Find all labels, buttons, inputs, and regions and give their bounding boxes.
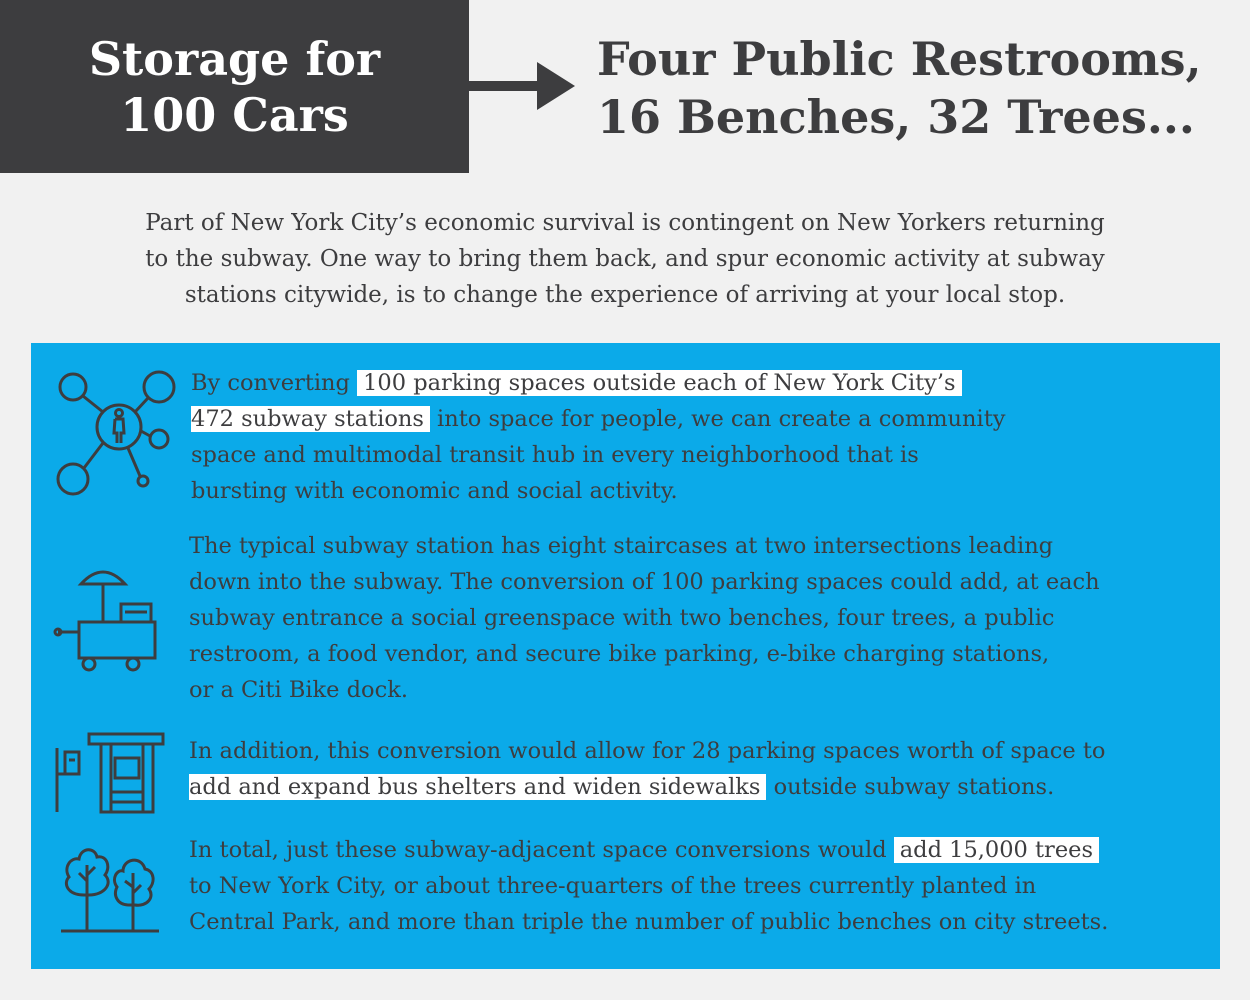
section-1-text: By converting 100 parking spaces outside… — [191, 365, 1005, 509]
section-4-text: In total, just these subway-adjacent spa… — [189, 832, 1108, 940]
section-text: By converting — [191, 370, 358, 396]
section-text: In total, just these subway-adjacent spa… — [189, 837, 894, 863]
info-panel: By converting 100 parking spaces outside… — [31, 343, 1220, 969]
highlight-text: 472 subway stations — [191, 406, 430, 432]
section-line: space and multimodal transit hub in ever… — [191, 442, 919, 468]
intro-line: to the subway. One way to bring them bac… — [145, 246, 1105, 272]
intro-text: Part of New York City’s economic surviva… — [60, 205, 1190, 313]
section-line: down into the subway. The conversion of … — [189, 569, 1100, 595]
bus-shelter-icon — [53, 730, 168, 815]
right-arrow-icon — [469, 58, 579, 118]
section-line: 472 subway stations into space for peopl… — [191, 401, 1005, 437]
section-line: In total, just these subway-adjacent spa… — [189, 832, 1108, 868]
section-line: to New York City, or about three-quarter… — [189, 873, 1037, 899]
highlight-text: add 15,000 trees — [893, 837, 1099, 863]
section-2-text: The typical subway station has eight sta… — [189, 528, 1100, 708]
result-title: Four Public Restrooms, 16 Benches, 32 Tr… — [597, 30, 1237, 146]
section-line: or a Citi Bike dock. — [189, 677, 408, 703]
food-cart-icon — [53, 558, 163, 673]
storage-box: Storage for 100 Cars — [0, 0, 469, 173]
result-title-line1: Four Public Restrooms, — [597, 32, 1202, 86]
section-line: subway entrance a social greenspace with… — [189, 605, 1055, 631]
section-3-text: In addition, this conversion would allow… — [189, 733, 1105, 805]
result-title-line2: 16 Benches, 32 Trees... — [597, 90, 1195, 144]
highlight-text: 100 parking spaces outside each of New Y… — [357, 370, 962, 396]
section-line: Central Park, and more than triple the n… — [189, 909, 1109, 935]
intro-line: Part of New York City’s economic surviva… — [145, 210, 1105, 236]
pedestrian-network-icon — [55, 369, 185, 499]
section-line: The typical subway station has eight sta… — [189, 533, 1054, 559]
storage-title-line2: 100 Cars — [120, 87, 349, 142]
section-line: By converting 100 parking spaces outside… — [191, 365, 1005, 401]
section-line: In addition, this conversion would allow… — [189, 738, 1106, 764]
storage-title-line1: Storage for — [88, 31, 381, 86]
section-text: outside subway stations. — [766, 774, 1055, 800]
trees-icon — [59, 835, 164, 935]
section-line: bursting with economic and social activi… — [191, 478, 678, 504]
section-line: restroom, a food vendor, and secure bike… — [189, 641, 1050, 667]
highlight-text: add and expand bus shelters and widen si… — [189, 774, 767, 800]
intro-line: stations citywide, is to change the expe… — [184, 282, 1066, 308]
section-line: add and expand bus shelters and widen si… — [189, 769, 1105, 805]
section-text: into space for people, we can create a c… — [429, 406, 1006, 432]
